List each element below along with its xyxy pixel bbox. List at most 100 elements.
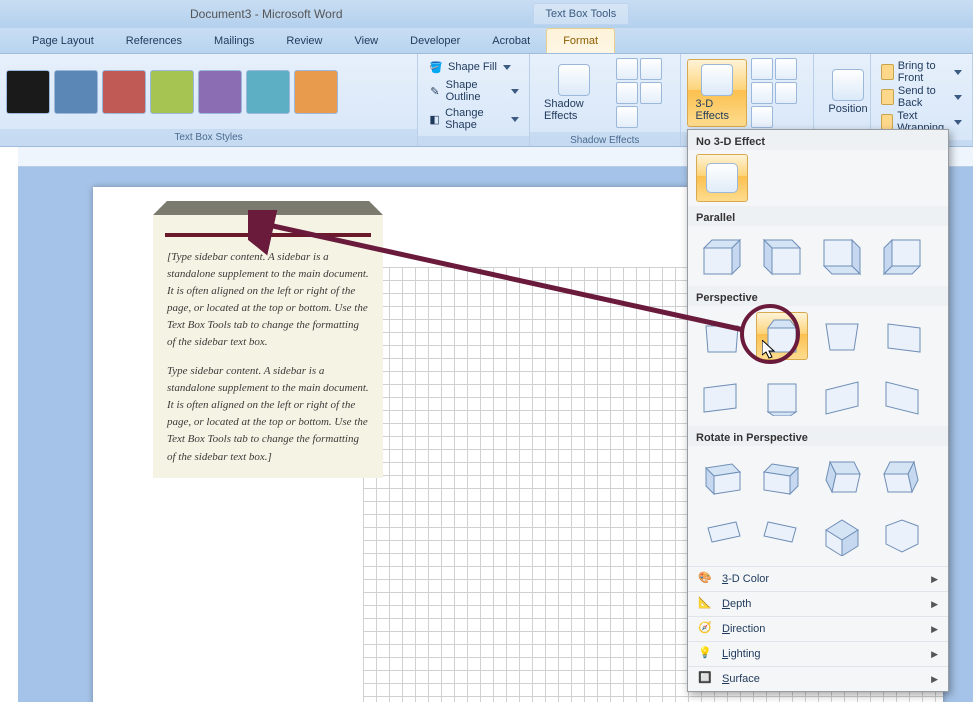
textbox-3d-top [153, 201, 383, 215]
shadow-nudge-down[interactable] [616, 106, 638, 128]
paint-bucket-icon: 🪣 [428, 59, 444, 75]
section-rotate: Rotate in Perspective [688, 426, 948, 446]
rotate-option-3[interactable] [816, 452, 868, 500]
depth-icon: 📐 [698, 596, 714, 612]
change-shape-button[interactable]: ◧Change Shape [424, 106, 523, 132]
3d-effects-dropdown: No 3-D Effect Parallel Perspective Rotat… [687, 129, 949, 692]
contextual-tab-label: Text Box Tools [533, 3, 630, 25]
parallel-option-2[interactable] [756, 232, 808, 280]
shadow-nudge-center[interactable] [616, 82, 638, 104]
style-swatch-black[interactable] [6, 70, 50, 114]
position-icon [832, 69, 864, 101]
3d-tilt-right[interactable] [775, 82, 797, 104]
lighting-icon: 💡 [698, 646, 714, 662]
mouse-cursor-icon [762, 340, 776, 360]
cube-icon [701, 64, 733, 96]
tab-review[interactable]: Review [270, 29, 338, 53]
rotate-option-7[interactable] [816, 512, 868, 560]
text-wrap-icon [881, 114, 893, 130]
window-title: Document3 - Microsoft Word [190, 7, 343, 21]
section-parallel: Parallel [688, 206, 948, 226]
group-label-styles: Text Box Styles [0, 129, 417, 146]
perspective-option-7[interactable] [816, 372, 868, 420]
style-swatch-orange[interactable] [294, 70, 338, 114]
parallel-option-1[interactable] [696, 232, 748, 280]
3d-color-icon: 🎨 [698, 571, 714, 587]
ribbon-tabs: Page Layout References Mailings Review V… [0, 28, 973, 54]
chevron-down-icon [954, 95, 962, 100]
section-no-3d: No 3-D Effect [688, 130, 948, 150]
pencil-icon: ✎ [428, 83, 442, 99]
send-back-icon [881, 89, 894, 105]
tab-developer[interactable]: Developer [394, 29, 476, 53]
3d-tilt-down[interactable] [751, 106, 773, 128]
chevron-down-icon [503, 65, 511, 70]
depth-menu[interactable]: 📐Depth▶ [688, 591, 948, 616]
perspective-option-3[interactable] [816, 312, 868, 360]
lighting-menu[interactable]: 💡Lighting▶ [688, 641, 948, 666]
perspective-option-5[interactable] [696, 372, 748, 420]
sidebar-para-1[interactable]: [Type sidebar content. A sidebar is a st… [153, 249, 383, 363]
3d-tilt-center[interactable] [751, 82, 773, 104]
parallel-option-4[interactable] [876, 232, 928, 280]
chevron-down-icon [511, 89, 519, 94]
perspective-option-4[interactable] [876, 312, 928, 360]
submenu-arrow-icon: ▶ [931, 624, 938, 635]
tab-mailings[interactable]: Mailings [198, 29, 270, 53]
sidebar-para-2[interactable]: Type sidebar content. A sidebar is a sta… [153, 363, 383, 477]
change-shape-icon: ◧ [428, 111, 441, 127]
shadow-effects-button[interactable]: Shadow Effects [536, 60, 612, 126]
send-to-back-button[interactable]: Send to Back [879, 85, 964, 109]
shadow-nudge-right[interactable] [640, 82, 662, 104]
rotate-option-5[interactable] [696, 512, 748, 560]
shadow-icon [558, 64, 590, 96]
shape-outline-button[interactable]: ✎Shape Outline [424, 78, 523, 104]
chevron-down-icon [511, 117, 519, 122]
3d-nudge-group [751, 58, 807, 128]
tab-page-layout[interactable]: Page Layout [16, 29, 110, 53]
style-swatch-teal[interactable] [246, 70, 290, 114]
rotate-option-8[interactable] [876, 512, 928, 560]
chevron-down-icon [954, 70, 962, 75]
3d-tilt-left[interactable] [775, 58, 797, 80]
surface-icon: 🔲 [698, 671, 714, 687]
shadow-nudge-up[interactable] [616, 58, 638, 80]
title-bar: Document3 - Microsoft Word Text Box Tool… [0, 0, 973, 28]
submenu-arrow-icon: ▶ [931, 649, 938, 660]
3d-effects-button[interactable]: 3-D Effects [687, 59, 747, 127]
perspective-option-8[interactable] [876, 372, 928, 420]
flat-square-icon [706, 163, 738, 193]
bring-front-icon [881, 64, 894, 80]
sidebar-textbox[interactable]: [Type sidebar content. A sidebar is a st… [153, 215, 383, 478]
sidebar-rule [165, 233, 371, 237]
tab-format[interactable]: Format [546, 28, 615, 53]
surface-menu[interactable]: 🔲Surface▶ [688, 666, 948, 691]
submenu-arrow-icon: ▶ [931, 674, 938, 685]
no-3d-option[interactable] [696, 154, 748, 202]
bring-to-front-button[interactable]: Bring to Front [879, 60, 964, 84]
rotate-option-4[interactable] [876, 452, 928, 500]
position-button[interactable]: Position [820, 65, 875, 119]
3d-color-menu[interactable]: 🎨3-D Color▶ [688, 566, 948, 591]
shadow-nudge-group [616, 58, 673, 128]
style-swatch-purple[interactable] [198, 70, 242, 114]
rotate-option-6[interactable] [756, 512, 808, 560]
chevron-down-icon [954, 120, 962, 125]
submenu-arrow-icon: ▶ [931, 574, 938, 585]
udirection-menu[interactable]: 🧭Direction▶ [688, 616, 948, 641]
tab-references[interactable]: References [110, 29, 198, 53]
style-swatch-green[interactable] [150, 70, 194, 114]
shape-fill-button[interactable]: 🪣Shape Fill [424, 58, 523, 76]
style-swatch-blue[interactable] [54, 70, 98, 114]
perspective-option-1[interactable] [696, 312, 748, 360]
tab-view[interactable]: View [338, 29, 394, 53]
rotate-option-2[interactable] [756, 452, 808, 500]
submenu-arrow-icon: ▶ [931, 599, 938, 610]
style-swatch-red[interactable] [102, 70, 146, 114]
perspective-option-6[interactable] [756, 372, 808, 420]
shadow-nudge-left[interactable] [640, 58, 662, 80]
3d-tilt-up[interactable] [751, 58, 773, 80]
rotate-option-1[interactable] [696, 452, 748, 500]
tab-acrobat[interactable]: Acrobat [476, 29, 546, 53]
parallel-option-3[interactable] [816, 232, 868, 280]
